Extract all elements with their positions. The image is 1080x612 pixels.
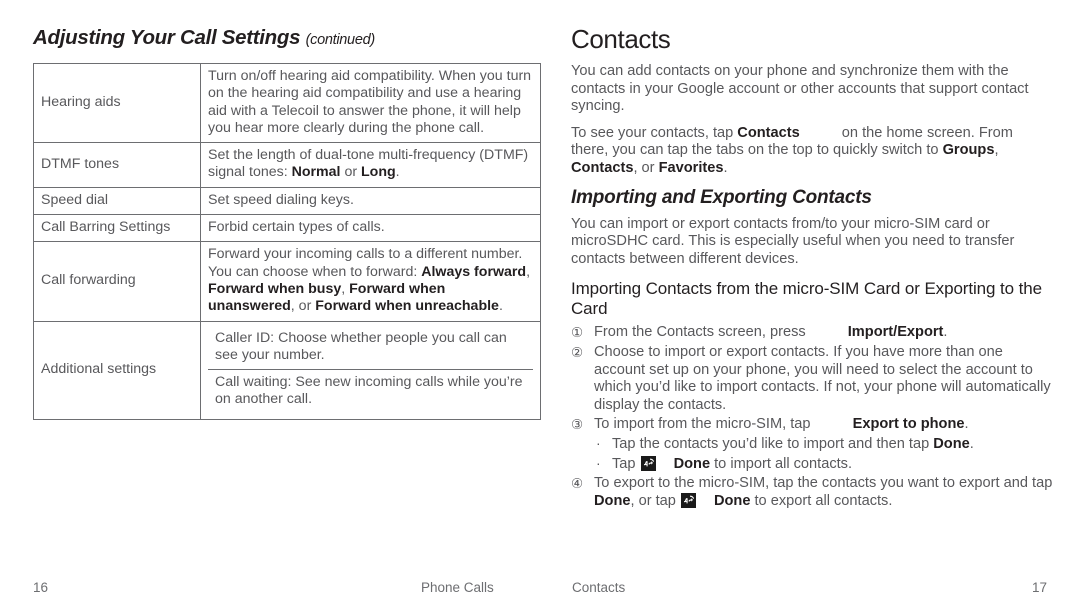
table-row: Hearing aids Turn on/off hearing aid com… [33, 62, 541, 144]
chapter-title-text: Adjusting Your Call Settings [33, 26, 301, 49]
setting-description: Caller ID: Choose whether people you cal… [208, 325, 533, 371]
setting-name: Hearing aids [33, 62, 201, 144]
setting-name: Speed dial [33, 186, 201, 216]
page-right: Contacts You can add contacts on your ph… [540, 0, 1080, 612]
section-subtitle: Importing and Exporting Contacts [571, 186, 872, 208]
setting-description: Set speed dialing keys. [200, 186, 541, 216]
text: Choose to import or export contacts. If … [594, 343, 1051, 413]
text: , or tap [630, 492, 680, 509]
setting-name: Call forwarding [33, 241, 201, 322]
step-number: ④ [571, 476, 584, 492]
step-number: ① [571, 325, 584, 341]
ui-label-done: Done [594, 492, 631, 509]
desc-bold: Long [361, 164, 396, 181]
setting-description: Call waiting: See new incoming calls whi… [215, 374, 523, 408]
text: From the Contacts screen, press [594, 324, 810, 341]
setting-description: Set the length of dual-tone multi-freque… [200, 142, 541, 188]
table-row: Speed dial Set speed dialing keys. [33, 186, 541, 216]
setting-description-group: Caller ID: Choose whether people you cal… [200, 320, 541, 420]
ui-label-import-export: Import/Export [847, 324, 944, 341]
setting-name: Call Barring Settings [33, 214, 201, 243]
ui-label-contacts-tab: Contacts [571, 159, 634, 176]
import-export-paragraph: You can import or export contacts from/t… [571, 215, 1015, 267]
setting-name: Additional settings [33, 320, 201, 420]
text: Tap the contacts you’d like to import an… [612, 435, 934, 452]
text: to export all contacts. [750, 492, 893, 509]
text: , [994, 142, 999, 159]
text: To import from the micro-SIM, tap [594, 416, 815, 433]
section-sub-subtitle: Importing Contacts from the micro-SIM Ca… [571, 279, 1042, 318]
table-row: Call forwarding Forward your incoming ca… [33, 241, 541, 322]
right-page-content: Contacts You can add contacts on your ph… [571, 24, 1053, 512]
ui-label-done: Done [713, 492, 751, 509]
text: . [723, 159, 728, 176]
desc-text: , [526, 263, 531, 280]
desc-bold: Normal [291, 164, 341, 181]
ui-label-done: Done [673, 455, 711, 472]
page-footer: 16 Phone Calls Contacts 17 [0, 566, 1080, 612]
table-row: Additional settings Caller ID: Choose wh… [33, 320, 541, 420]
desc-text: or [340, 164, 361, 181]
step-number: ② [571, 344, 584, 360]
list-item: ③ To import from the micro-SIM, tap Expor… [571, 416, 1053, 473]
text: Tap [612, 455, 640, 472]
text: . [943, 324, 948, 341]
see-contacts-paragraph: To see your contacts, tap Contacts on th… [571, 125, 1053, 178]
page-left: Adjusting Your Call Settings (continued)… [0, 0, 541, 612]
desc-bold: Forward when unreachable [315, 298, 499, 315]
table-row: DTMF tones Set the length of dual-tone m… [33, 142, 541, 188]
setting-description: Forward your incoming calls to a differe… [200, 241, 541, 322]
left-page-content: Adjusting Your Call Settings (continued)… [33, 26, 541, 420]
list-item: ② Choose to import or export contacts. If… [571, 344, 1053, 414]
desc-text: . [498, 298, 503, 315]
chapter-title: Adjusting Your Call Settings (continued) [33, 26, 511, 50]
ui-label-done: Done [933, 435, 970, 452]
running-head-right: Contacts [572, 580, 626, 595]
text: To see your contacts, tap [571, 124, 738, 141]
menu-key-icon-placeholder [815, 416, 853, 428]
running-head-left: Phone Calls [421, 580, 494, 595]
page-title: Contacts [571, 24, 671, 54]
table-subrow: Call waiting: See new incoming calls whi… [208, 370, 533, 414]
menu-key-icon-placeholder [810, 324, 848, 336]
table-subrow: Caller ID: Choose whether people you cal… [208, 325, 533, 371]
additional-settings-subtable: Caller ID: Choose whether people you cal… [208, 325, 533, 414]
list-item: ④ To export to the micro-SIM, tap the con… [571, 475, 1053, 510]
ui-label-groups: Groups [942, 142, 995, 159]
step-number: ③ [571, 417, 584, 433]
chapter-title-continued: (continued) [305, 32, 376, 48]
ui-label-contacts: Contacts [737, 124, 800, 141]
page-number-right: 17 [1031, 580, 1047, 595]
desc-text: , or [290, 298, 316, 315]
page-number-left: 16 [33, 580, 49, 595]
text: . [969, 435, 974, 452]
text: to import all contacts. [710, 455, 853, 472]
bullet-dot: · [596, 434, 601, 451]
intro-paragraph: You can add contacts on your phone and s… [571, 63, 1029, 115]
setting-description: Forbid certain types of calls. [200, 214, 541, 243]
list-item: · Tap Done to import all contacts. [594, 454, 1053, 474]
desc-bold: Always forward [421, 263, 527, 280]
menu-key-icon [640, 455, 656, 471]
text: . [964, 416, 969, 433]
menu-key-icon [680, 492, 696, 508]
call-settings-table: Hearing aids Turn on/off hearing aid com… [33, 62, 541, 420]
desc-text: . [395, 164, 400, 181]
text: , or [633, 159, 659, 176]
ui-label-favorites: Favorites [658, 159, 724, 176]
setting-description: Turn on/off hearing aid compatibility. W… [200, 62, 541, 144]
list-item: ① From the Contacts screen, press Import/… [571, 324, 1053, 342]
sub-bullets: · Tap the contacts you’d like to import a… [594, 434, 1053, 474]
desc-text: , [341, 280, 350, 297]
bullet-dot: · [596, 454, 601, 471]
list-item: · Tap the contacts you’d like to import a… [594, 434, 1053, 454]
contacts-app-icon-placeholder [800, 125, 838, 137]
ui-label-export-to-phone: Export to phone [852, 416, 965, 433]
procedure-steps: ① From the Contacts screen, press Import/… [571, 324, 1053, 510]
setting-name: DTMF tones [33, 142, 201, 188]
table-row: Call Barring Settings Forbid certain typ… [33, 214, 541, 243]
text: To export to the micro-SIM, tap the cont… [594, 475, 1053, 492]
desc-bold: Forward when busy [208, 280, 342, 297]
